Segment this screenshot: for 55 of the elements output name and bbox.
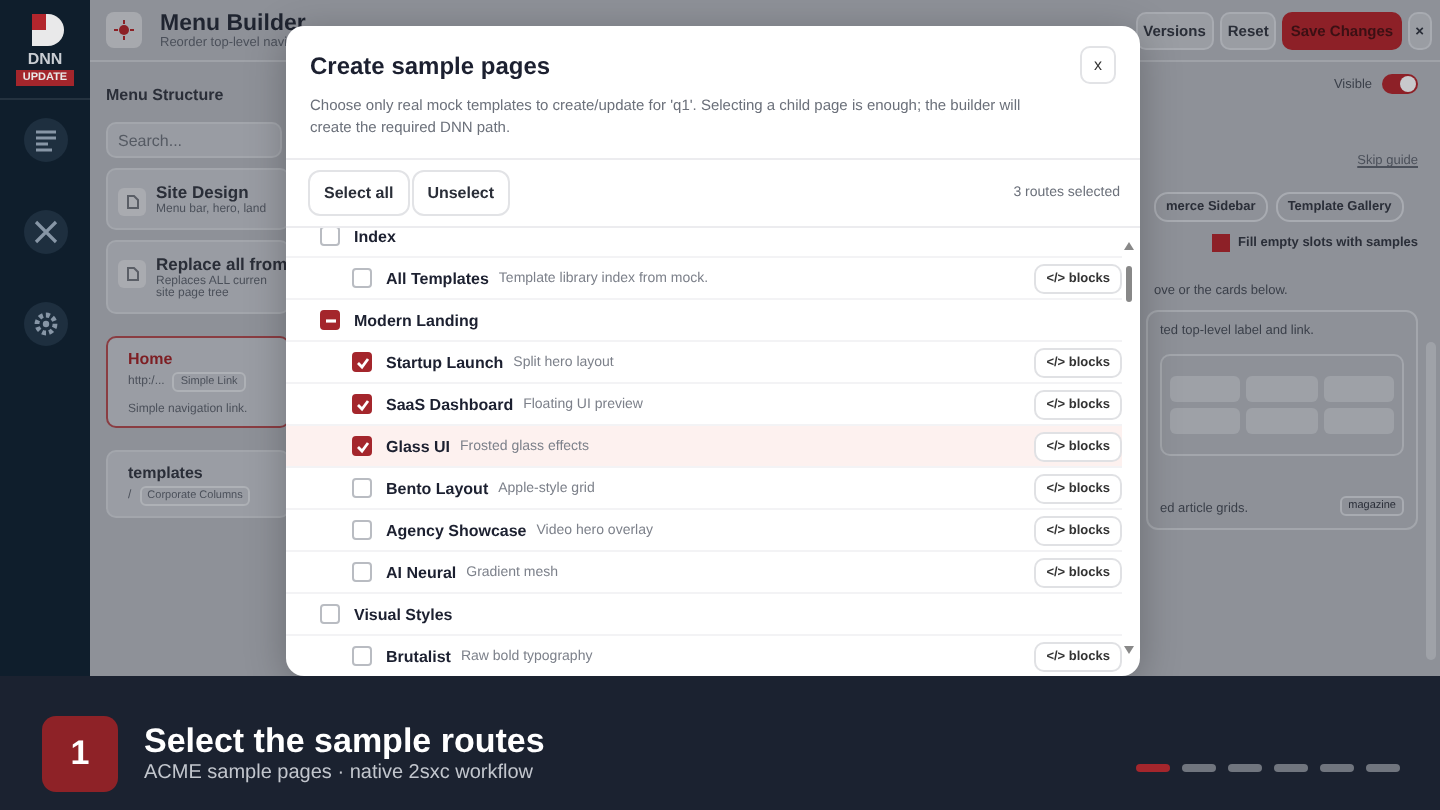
step-indicator[interactable]	[1182, 764, 1216, 772]
close-button[interactable]: x	[1080, 46, 1116, 84]
step-number: 1	[42, 715, 118, 791]
document-icon	[118, 260, 146, 288]
checkbox[interactable]	[352, 562, 372, 582]
caption-title: Select the sample routes	[144, 722, 545, 762]
checkbox[interactable]	[352, 520, 372, 540]
step-indicator[interactable]	[1136, 764, 1170, 772]
caption-subtitle: ACME sample pages · native 2sxc workflow	[144, 762, 536, 784]
checkbox[interactable]	[320, 228, 340, 246]
group-name: Index	[354, 228, 396, 245]
step-indicator[interactable]	[1320, 764, 1354, 772]
minus-icon	[323, 313, 337, 327]
checkbox[interactable]	[352, 478, 372, 498]
checkbox[interactable]	[1212, 234, 1231, 252]
route-name: Bento Layout	[386, 479, 489, 497]
group-name: Visual Styles	[354, 605, 453, 623]
search-field[interactable]: Search...	[106, 122, 282, 158]
app-icon	[106, 12, 142, 48]
item-title: Home	[128, 350, 175, 368]
dialog-title: Create sample pages	[310, 52, 553, 80]
check-icon	[355, 439, 369, 453]
settings-icon[interactable]	[23, 302, 67, 346]
group-name: Modern Landing	[354, 311, 479, 329]
logo-text: DNN	[27, 50, 63, 68]
unselect-button[interactable]: Unselect	[411, 170, 511, 216]
item-title: templates	[128, 464, 205, 482]
checkbox[interactable]	[320, 604, 340, 624]
checkbox[interactable]	[352, 394, 372, 414]
checkbox[interactable]	[320, 310, 340, 330]
panel-title: Menu Structure	[106, 86, 226, 104]
check-icon	[355, 397, 369, 411]
action-title: Site Design	[156, 182, 251, 202]
scrollbar[interactable]	[1122, 238, 1136, 658]
route-name: Brutalist	[386, 647, 451, 665]
visible-toggle[interactable]	[1382, 74, 1418, 94]
check-icon	[355, 355, 369, 369]
route-name: Glass UI	[386, 437, 451, 455]
checkbox[interactable]	[352, 646, 372, 666]
step-indicator[interactable]	[1366, 764, 1400, 772]
route-name: AI Neural	[386, 563, 457, 581]
action-title: Replace all from	[156, 254, 288, 274]
checkbox[interactable]	[352, 268, 372, 288]
checkbox[interactable]	[352, 352, 372, 372]
route-name: Startup Launch	[386, 353, 504, 371]
checkbox[interactable]	[352, 436, 372, 456]
app-title: Menu Builder	[160, 11, 306, 35]
step-indicator[interactable]	[1274, 764, 1308, 772]
list-icon[interactable]	[23, 118, 67, 162]
step-indicator[interactable]	[1228, 764, 1262, 772]
select-all-button[interactable]: Select all	[308, 170, 410, 216]
route-name: All Templates	[386, 269, 489, 287]
route-name: Agency Showcase	[386, 521, 527, 539]
route-name: SaaS Dashboard	[386, 395, 514, 413]
document-icon	[118, 188, 146, 216]
